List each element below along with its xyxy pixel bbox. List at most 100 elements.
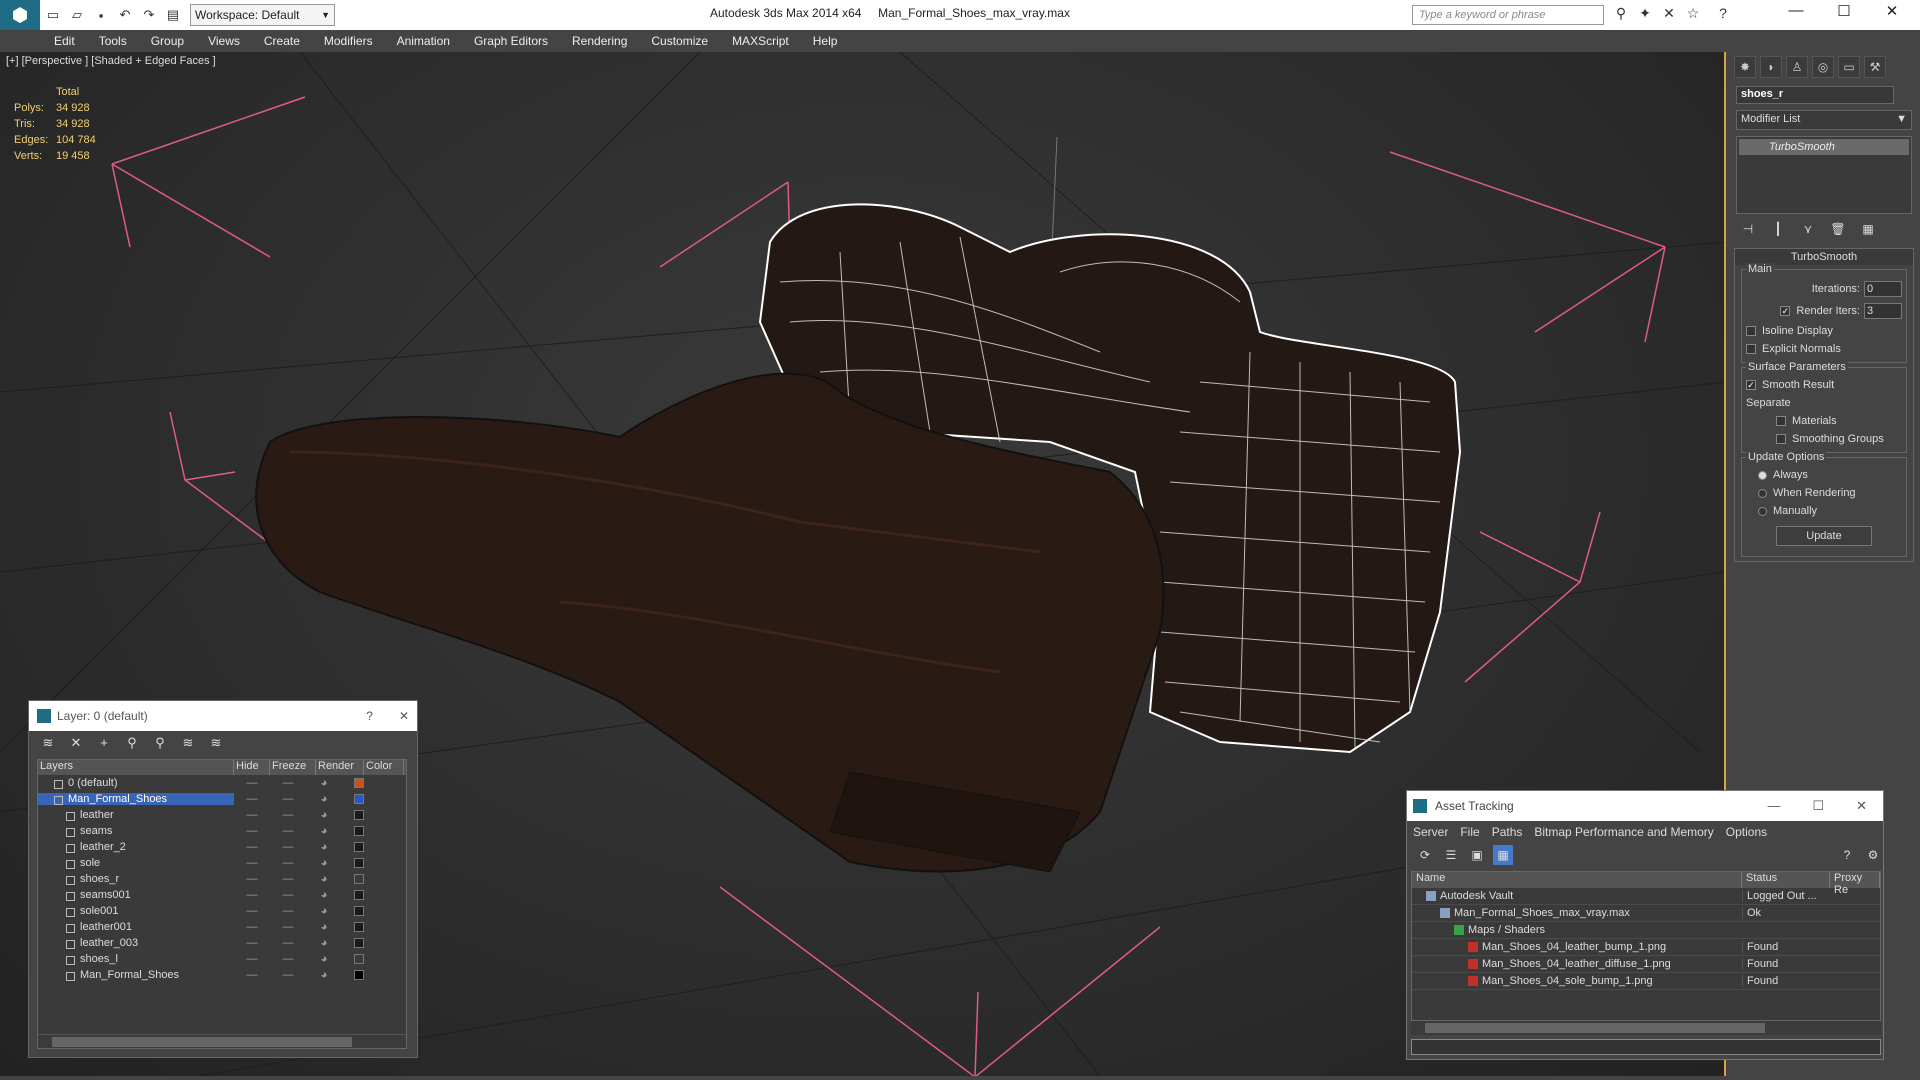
freeze-toggle[interactable]: — — [270, 857, 306, 869]
help-icon[interactable]: ? — [366, 709, 373, 723]
layer-row[interactable]: sole — — ◕ — [38, 855, 406, 871]
remove-modifier-icon[interactable]: 🗑 — [1828, 222, 1848, 240]
refresh-icon[interactable]: ⟳ — [1415, 845, 1435, 865]
modifier-list-dropdown[interactable]: Modifier List ▼ — [1736, 110, 1912, 130]
create-tab-icon[interactable]: ✸ — [1734, 56, 1756, 78]
asset-name[interactable]: Man_Shoes_04_sole_bump_1.png — [1412, 975, 1742, 987]
layer-name[interactable]: Man_Formal_Shoes — [38, 793, 234, 805]
col-name[interactable]: Name — [1412, 872, 1742, 888]
asset-row[interactable]: Man_Shoes_04_leather_diffuse_1.png Found — [1412, 956, 1880, 973]
maximize-icon[interactable]: ☐ — [1822, 2, 1866, 26]
layer-row[interactable]: leather_003— — ◕ — [38, 935, 406, 951]
object-name-field[interactable]: shoes_r — [1736, 86, 1894, 104]
menu-item-maxscript[interactable]: MAXScript — [732, 34, 789, 48]
layer-name[interactable]: leather — [38, 809, 234, 821]
hide-toggle[interactable]: — — [234, 873, 270, 885]
render-teapot-icon[interactable]: ◕ — [306, 809, 342, 821]
col-render[interactable]: Render — [316, 760, 364, 775]
display-tab-icon[interactable]: ▭ — [1838, 56, 1860, 78]
menu-item-edit[interactable]: Edit — [54, 34, 75, 48]
asset-row[interactable]: Maps / Shaders — [1412, 922, 1880, 939]
help-icon[interactable]: ? — [1837, 845, 1857, 865]
freeze-toggle[interactable]: — — [270, 873, 306, 885]
layer-row[interactable]: Man_Formal_Shoes — — ◕ — [38, 791, 406, 807]
materials-checkbox[interactable]: Materials — [1746, 412, 1902, 430]
asset-horizontal-scrollbar[interactable] — [1411, 1021, 1881, 1035]
menu-item-group[interactable]: Group — [151, 34, 184, 48]
smooth-result-checkbox[interactable]: ✓ Smooth Result — [1746, 376, 1902, 394]
layer-color-swatch[interactable] — [354, 890, 364, 900]
menu-item-help[interactable]: Help — [813, 34, 838, 48]
layer-horizontal-scrollbar[interactable] — [38, 1034, 406, 1048]
always-radio[interactable]: Always — [1746, 466, 1902, 484]
asset-row[interactable]: Man_Formal_Shoes_max_vray.max Ok — [1412, 905, 1880, 922]
asset-row[interactable]: Man_Shoes_04_leather_bump_1.png Found — [1412, 939, 1880, 956]
hide-toggle[interactable]: — — [234, 857, 270, 869]
render-iters-value[interactable]: 3 — [1864, 303, 1902, 319]
asset-row[interactable]: Man_Shoes_04_sole_bump_1.png Found — [1412, 973, 1880, 990]
asset-name[interactable]: Autodesk Vault — [1412, 890, 1742, 902]
hide-toggle[interactable]: — — [234, 953, 270, 965]
freeze-all-icon[interactable]: ≋ — [205, 735, 227, 751]
smoothing-groups-checkbox[interactable]: Smoothing Groups — [1746, 430, 1902, 448]
undo-icon[interactable]: ↶ — [114, 4, 136, 26]
freeze-toggle[interactable]: — — [270, 937, 306, 949]
render-teapot-icon[interactable]: ◕ — [306, 889, 342, 901]
layer-name[interactable]: seams001 — [38, 889, 234, 901]
freeze-toggle[interactable]: — — [270, 793, 306, 805]
menu-item-animation[interactable]: Animation — [397, 34, 450, 48]
col-hide[interactable]: Hide — [234, 760, 270, 775]
hide-toggle[interactable]: — — [234, 825, 270, 837]
manually-radio[interactable]: Manually — [1746, 502, 1902, 520]
layer-row[interactable]: shoes_l — — ◕ — [38, 951, 406, 967]
layer-name[interactable]: sole — [38, 857, 234, 869]
hide-toggle[interactable]: — — [234, 809, 270, 821]
freeze-toggle[interactable]: — — [270, 953, 306, 965]
render-iters-checkbox[interactable]: ✓ — [1780, 306, 1791, 316]
layer-row[interactable]: shoes_r — — ◕ — [38, 871, 406, 887]
hide-toggle[interactable]: — — [234, 793, 270, 805]
freeze-toggle[interactable]: — — [270, 809, 306, 821]
layer-row[interactable]: leather — — ◕ — [38, 807, 406, 823]
asset-menu-options[interactable]: Options — [1726, 825, 1767, 839]
save-icon[interactable]: ▪ — [90, 4, 112, 26]
hide-all-icon[interactable]: ≋ — [177, 735, 199, 751]
highlight-layer-icon[interactable]: ⚲ — [149, 735, 171, 751]
binoculars-icon[interactable]: ⚲ — [1612, 5, 1630, 25]
col-color[interactable]: Color — [364, 760, 404, 775]
hide-toggle[interactable]: — — [234, 905, 270, 917]
hide-toggle[interactable]: — — [234, 921, 270, 933]
layer-name[interactable]: 0 (default) — [38, 777, 234, 789]
menu-item-rendering[interactable]: Rendering — [572, 34, 627, 48]
render-teapot-icon[interactable]: ◕ — [306, 841, 342, 853]
asset-name[interactable]: Man_Formal_Shoes_max_vray.max — [1412, 907, 1742, 919]
asset-menu-server[interactable]: Server — [1413, 825, 1448, 839]
redo-icon[interactable]: ↷ — [138, 4, 160, 26]
open-file-icon[interactable]: ▱ — [66, 4, 88, 26]
render-teapot-icon[interactable]: ◕ — [306, 857, 342, 869]
communication-icon[interactable]: ✕ — [1660, 5, 1678, 25]
hierarchy-tab-icon[interactable]: ♙ — [1786, 56, 1808, 78]
hide-toggle[interactable]: — — [234, 777, 270, 789]
render-iters-spinner[interactable]: ✓ Render Iters: 3 — [1746, 300, 1902, 322]
render-teapot-icon[interactable]: ◕ — [306, 953, 342, 965]
layer-color-swatch[interactable] — [354, 970, 364, 980]
hide-toggle[interactable]: — — [234, 969, 270, 981]
motion-tab-icon[interactable]: ◎ — [1812, 56, 1834, 78]
update-button[interactable]: Update — [1776, 526, 1872, 546]
subscription-icon[interactable]: ✦ — [1636, 5, 1654, 25]
asset-row[interactable]: Autodesk Vault Logged Out ... — [1412, 888, 1880, 905]
utilities-tab-icon[interactable]: ⚒ — [1864, 56, 1886, 78]
show-end-result-icon[interactable]: ┃ — [1768, 222, 1788, 240]
layer-row[interactable]: leather001— — ◕ — [38, 919, 406, 935]
col-proxy[interactable]: Proxy Re — [1830, 872, 1880, 896]
close-icon[interactable]: ✕ — [399, 709, 409, 723]
layer-row[interactable]: seams — — ◕ — [38, 823, 406, 839]
configure-sets-icon[interactable]: ▦ — [1858, 222, 1878, 240]
layer-name[interactable]: shoes_l — [38, 953, 234, 965]
pin-stack-icon[interactable]: ⊣ — [1738, 222, 1758, 240]
table-view-icon[interactable]: ▦ — [1493, 845, 1513, 865]
layer-row[interactable]: seams001— — ◕ — [38, 887, 406, 903]
minimize-icon[interactable]: — — [1774, 2, 1818, 26]
menu-item-customize[interactable]: Customize — [651, 34, 708, 48]
